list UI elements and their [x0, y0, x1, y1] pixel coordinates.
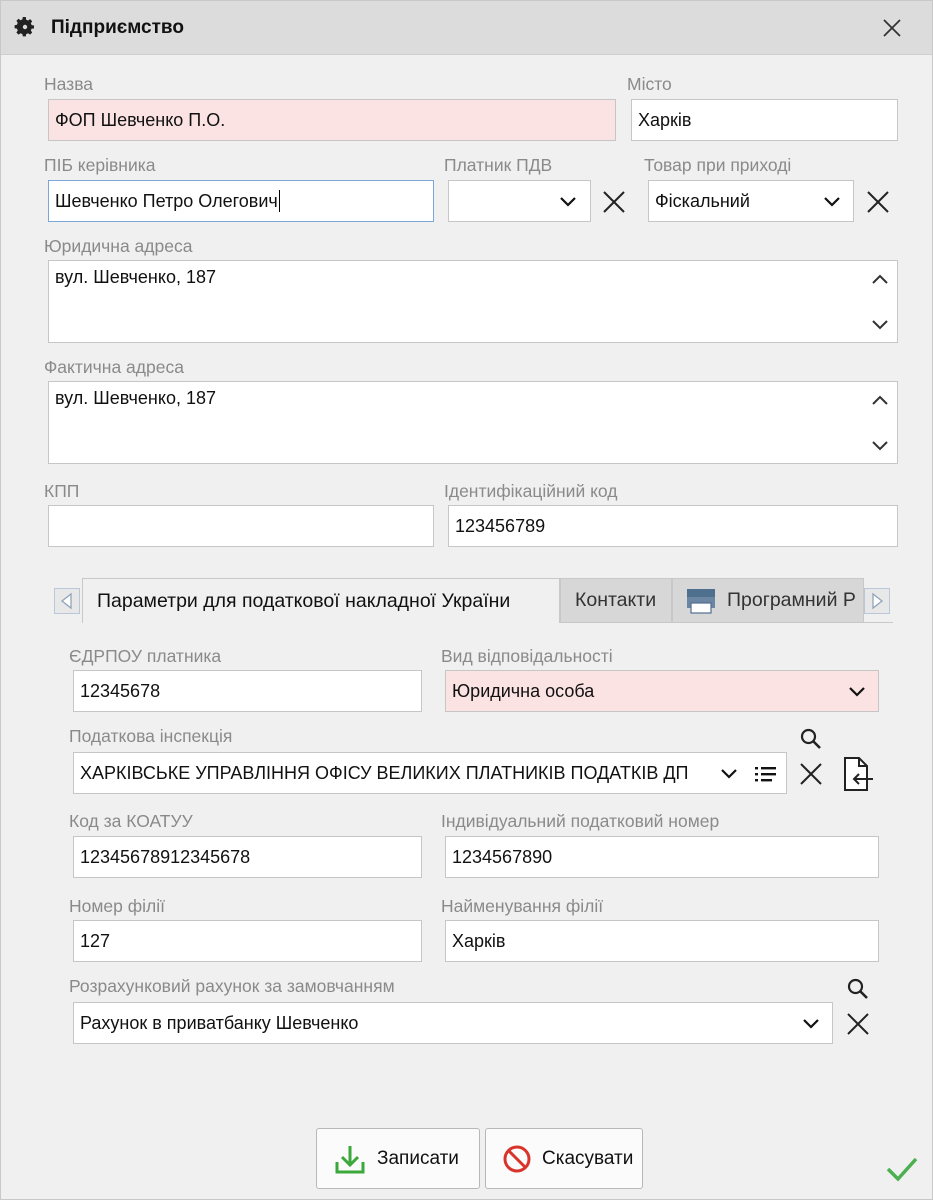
- inspection-label: Податкова інспекція: [69, 726, 233, 746]
- clear-account-icon[interactable]: [845, 1011, 871, 1037]
- chevron-down-icon: [721, 769, 737, 779]
- actual-address-value: вул. Шевченко, 187: [55, 388, 216, 408]
- legal-address-value: вул. Шевченко, 187: [55, 267, 216, 287]
- import-document-icon[interactable]: [839, 755, 875, 793]
- inspection-value: ХАРКІВСЬКЕ УПРАВЛІННЯ ОФІСУ ВЕЛИКИХ ПЛАТ…: [80, 762, 689, 783]
- city-label: Місто: [627, 74, 672, 94]
- clear-inspection-icon[interactable]: [798, 761, 824, 787]
- id-code-input[interactable]: 123456789: [448, 505, 898, 547]
- itn-label: Індивідуальний податковий номер: [441, 811, 720, 831]
- koatuu-input[interactable]: 12345678912345678: [73, 836, 422, 878]
- edrpou-input[interactable]: 12345678: [73, 670, 422, 712]
- goods-on-receipt-select[interactable]: Фіскальний: [648, 180, 854, 222]
- vat-payer-select[interactable]: [448, 180, 591, 222]
- director-label: ПІБ керівника: [44, 155, 156, 175]
- goods-on-receipt-label: Товар при приході: [644, 155, 792, 175]
- director-value: Шевченко Петро Олегович: [55, 190, 278, 211]
- id-code-label: Ідентифікаційний код: [444, 481, 618, 501]
- tab-contacts[interactable]: Контакти: [560, 578, 672, 623]
- responsibility-select[interactable]: Юридична особа: [445, 670, 879, 712]
- edrpou-label: ЄДРПОУ платника: [69, 646, 222, 666]
- tab-software[interactable]: Програмний Р: [672, 578, 864, 623]
- scroll-up-icon[interactable]: [871, 273, 889, 285]
- chevron-down-icon: [803, 1019, 819, 1029]
- window-title: Підприємство: [51, 17, 184, 38]
- clear-goods-on-receipt-icon[interactable]: [865, 189, 891, 215]
- kpp-input[interactable]: [48, 505, 434, 547]
- account-select[interactable]: Рахунок в приватбанку Шевченко: [73, 1002, 833, 1044]
- title-bar: Підприємство: [1, 1, 932, 55]
- koatuu-label: Код за КОАТУУ: [69, 811, 193, 831]
- list-icon[interactable]: [754, 765, 778, 783]
- branch-no-label: Номер філії: [69, 896, 165, 916]
- vat-payer-label: Платник ПДВ: [444, 155, 553, 175]
- search-icon[interactable]: [846, 977, 870, 1001]
- chevron-down-icon: [849, 687, 865, 697]
- printer-icon: [687, 588, 715, 614]
- name-label: Назва: [44, 74, 94, 94]
- tab-label: Контакти: [575, 589, 657, 611]
- legal-address-label: Юридична адреса: [44, 236, 193, 256]
- download-icon: [335, 1145, 365, 1173]
- tab-tax-invoice-params[interactable]: Параметри для податкової накладної Украї…: [82, 578, 560, 623]
- tab-underline: [560, 622, 893, 623]
- cancel-button[interactable]: Скасувати: [485, 1128, 643, 1189]
- search-icon[interactable]: [799, 727, 823, 751]
- inspection-select[interactable]: ХАРКІВСЬКЕ УПРАВЛІННЯ ОФІСУ ВЕЛИКИХ ПЛАТ…: [73, 752, 787, 794]
- account-label: Розрахунковий рахунок за замовчанням: [69, 976, 395, 996]
- tab-label: Параметри для податкової накладної Украї…: [97, 589, 511, 612]
- company-dialog: Підприємство Назва ФОП Шевченко П.О. Міс…: [0, 0, 933, 1200]
- branch-no-input[interactable]: 127: [73, 920, 422, 962]
- actual-address-label: Фактична адреса: [44, 357, 184, 377]
- account-value: Рахунок в приватбанку Шевченко: [80, 1012, 359, 1033]
- chevron-down-icon: [560, 197, 576, 207]
- clear-vat-payer-icon[interactable]: [601, 189, 627, 215]
- responsibility-label: Вид відповідальності: [441, 646, 613, 666]
- responsibility-value: Юридична особа: [452, 680, 595, 701]
- tab-strip: Параметри для податкової накладної Украї…: [51, 578, 893, 623]
- tab-scroll-right-button[interactable]: [864, 588, 890, 614]
- scroll-down-icon[interactable]: [871, 440, 889, 452]
- scroll-up-icon[interactable]: [871, 394, 889, 406]
- scroll-down-icon[interactable]: [871, 319, 889, 331]
- actual-address-textarea[interactable]: вул. Шевченко, 187: [48, 381, 898, 464]
- city-input[interactable]: Харків: [631, 99, 898, 141]
- kpp-label: КПП: [44, 481, 80, 501]
- branch-name-label: Найменування філії: [441, 896, 604, 916]
- branch-name-input[interactable]: Харків: [445, 920, 879, 962]
- text-caret: [278, 190, 280, 212]
- save-button[interactable]: Записати: [316, 1128, 480, 1189]
- triangle-left-icon: [60, 592, 72, 610]
- cancel-button-label: Скасувати: [542, 1147, 634, 1169]
- save-button-label: Записати: [377, 1147, 459, 1169]
- chevron-down-icon: [824, 197, 840, 207]
- cancel-icon: [503, 1145, 531, 1172]
- tab-label: Програмний Р: [727, 589, 856, 611]
- gear-icon: [14, 17, 34, 37]
- goods-on-receipt-value: Фіскальний: [655, 190, 750, 211]
- triangle-right-icon: [872, 592, 884, 610]
- tab-scroll-left-button[interactable]: [54, 588, 80, 614]
- director-input[interactable]: Шевченко Петро Олегович: [48, 180, 434, 222]
- name-input[interactable]: ФОП Шевченко П.О.: [48, 99, 616, 141]
- checkmark-icon: [886, 1157, 918, 1182]
- itn-input[interactable]: 1234567890: [445, 836, 879, 878]
- close-icon[interactable]: [879, 15, 905, 41]
- legal-address-textarea[interactable]: вул. Шевченко, 187: [48, 260, 898, 343]
